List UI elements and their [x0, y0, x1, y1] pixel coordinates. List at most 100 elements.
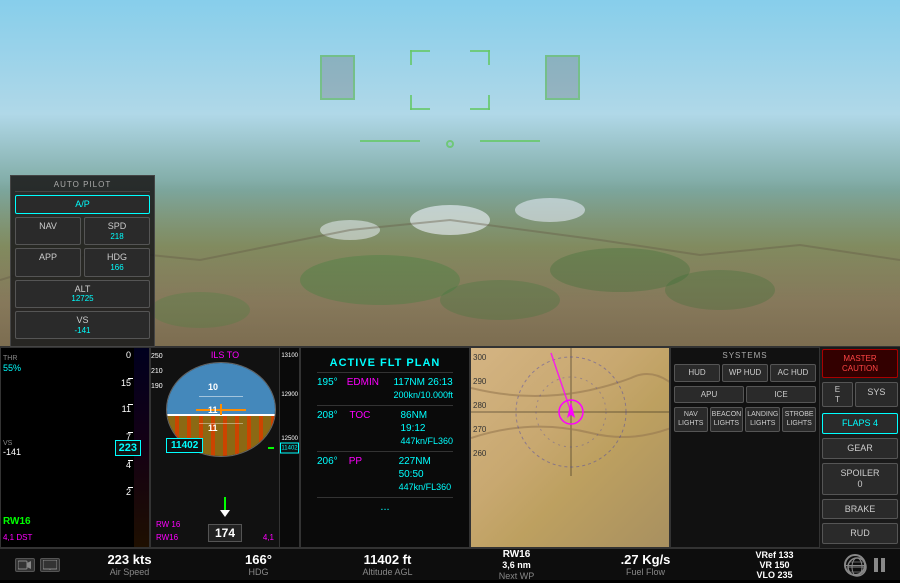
- fp-time-1: 26:13: [428, 377, 453, 388]
- heading-value: 174: [215, 526, 235, 540]
- systems-row-2: APU ICE: [674, 386, 816, 404]
- brake-button[interactable]: BRAKE: [822, 499, 898, 520]
- fp-divider-3: [317, 451, 453, 452]
- fuelflow-value: .27 Kg/s: [581, 552, 710, 567]
- ap-row-1: A/P: [15, 195, 150, 214]
- sys-button[interactable]: SYS: [855, 382, 898, 407]
- status-icons: [10, 558, 65, 572]
- autopilot-title: AUTO PILOT: [15, 180, 150, 192]
- et-button[interactable]: ET: [822, 382, 853, 407]
- vs-button[interactable]: VS-141: [15, 311, 150, 339]
- hdg-status-value: 166°: [194, 552, 323, 567]
- nextwp-label: Next WP: [452, 571, 581, 581]
- ils-rw-label: RW 16: [156, 520, 180, 529]
- map-svg: [471, 348, 669, 476]
- pause-icon[interactable]: [874, 557, 885, 573]
- master-caution-label: MASTERCAUTION: [842, 354, 878, 373]
- alt-12500: 12500: [281, 436, 298, 442]
- sys-label: SYS: [867, 387, 885, 397]
- fp-bearing-1: 195°: [317, 376, 347, 389]
- ice-button[interactable]: ICE: [746, 386, 816, 404]
- speed-current-value: 223: [119, 442, 137, 454]
- map-scale-labels: 300 290 280 270 260: [473, 353, 486, 458]
- airspeed-status: 223 kts Air Speed: [65, 552, 194, 577]
- hdg-status-label: HDG: [194, 567, 323, 577]
- fp-divider-4: [317, 497, 453, 498]
- wp-hud-button[interactable]: WP HUD: [722, 364, 768, 382]
- fp-waypoint-3: PP: [349, 455, 399, 468]
- fp-alt-1: 200kn/10.000ft: [393, 390, 453, 400]
- ap-row-4: ALT12725: [15, 280, 150, 308]
- alt-number-11b: 11: [208, 423, 218, 433]
- attitude-indicator: ILS TO 250 210 190: [150, 347, 300, 548]
- ac-hud-button[interactable]: AC HUD: [770, 364, 816, 382]
- ils-display: ILS TO 250 210 190: [151, 348, 299, 547]
- fp-alt-2: 447kn/FL360: [400, 436, 453, 446]
- fp-dist-2: 86NM: [400, 410, 427, 421]
- master-caution-button[interactable]: MASTERCAUTION: [822, 349, 898, 378]
- thr-value: 55%: [3, 363, 21, 373]
- globe-icon[interactable]: [844, 554, 866, 576]
- spoiler-button[interactable]: SPOILER0: [822, 463, 898, 495]
- systems-row-3: NAVLIGHTS BEACONLIGHTS LANDINGLIGHTS STR…: [674, 407, 816, 432]
- ils-rw2-bottom: RW16: [156, 533, 178, 542]
- map-scale-300: 300: [473, 353, 486, 362]
- flaps-button[interactable]: FLAPS 4: [822, 413, 898, 434]
- app-button[interactable]: APP: [15, 248, 81, 276]
- fp-ellipsis: ...: [317, 501, 453, 513]
- map-container: 300 290 280 270 260: [471, 348, 669, 547]
- et-sys-row: ET SYS: [822, 382, 898, 409]
- video-icon[interactable]: [15, 558, 35, 572]
- fp-time-3: 50:50: [399, 469, 424, 480]
- fuelflow-status: .27 Kg/s Fuel Flow: [581, 552, 710, 577]
- altitude-label: Altitude AGL: [323, 567, 452, 577]
- fp-divider-2: [317, 405, 453, 406]
- pause-bar-1: [874, 558, 878, 572]
- alt-button[interactable]: ALT12725: [15, 280, 150, 308]
- hud-button[interactable]: HUD: [674, 364, 720, 382]
- current-alt-box: 11402: [166, 438, 203, 453]
- flaps-label: FLAPS 4: [842, 418, 878, 428]
- ap-row-5: VS-141: [15, 311, 150, 339]
- fp-row-1: 195° EDMIN 117NM 26:13 200kn/10.000ft: [317, 376, 453, 402]
- spd-button[interactable]: SPD218: [84, 217, 150, 245]
- autopilot-panel: AUTO PILOT A/P NAV SPD218 APP HDG166 ALT…: [10, 175, 155, 347]
- nav-lights-button[interactable]: NAVLIGHTS: [674, 407, 708, 432]
- right-icons: [839, 554, 890, 576]
- speed-dist-label: 4,1 DST: [3, 533, 32, 542]
- hdg-status: 166° HDG: [194, 552, 323, 577]
- altitude-status: 11402 ft Altitude AGL: [323, 552, 452, 577]
- rud-button[interactable]: RUD: [822, 523, 898, 544]
- nextwp-status: RW163,6 nm Next WP: [452, 549, 581, 581]
- instrument-panel: THR 55% VS -141 0 15 11 7 4 2: [0, 346, 900, 506]
- thr-display: THR 55%: [3, 353, 21, 375]
- spd-value: 218: [87, 232, 147, 242]
- landing-lights-button[interactable]: LANDINGLIGHTS: [745, 407, 780, 432]
- status-bar: 223 kts Air Speed 166° HDG 11402 ft Alti…: [0, 548, 900, 580]
- systems-title: SYSTEMS: [674, 351, 816, 360]
- pause-bar-2: [881, 558, 885, 572]
- gear-button[interactable]: GEAR: [822, 438, 898, 459]
- fp-divider: [317, 372, 453, 373]
- fp-waypoint-2: TOC: [349, 409, 400, 422]
- airspeed-value: 223 kts: [65, 552, 194, 567]
- strobe-lights-button[interactable]: STROBELIGHTS: [782, 407, 816, 432]
- alt-number-11: 11: [208, 405, 218, 415]
- ils-rw-bottom: RW 16: [156, 520, 180, 529]
- nav-button[interactable]: NAV: [15, 217, 81, 245]
- altitude-value: 11402 ft: [323, 552, 452, 567]
- hdg-button[interactable]: HDG166: [84, 248, 150, 276]
- ap-button[interactable]: A/P: [15, 195, 150, 214]
- apu-button[interactable]: APU: [674, 386, 744, 404]
- fp-waypoint-1: EDMIN: [347, 376, 394, 389]
- rud-label: RUD: [850, 528, 870, 538]
- glideslope-indicator: [268, 447, 274, 449]
- screen-icon[interactable]: [40, 558, 60, 572]
- fuelflow-label: Fuel Flow: [581, 567, 710, 577]
- beacon-lights-button[interactable]: BEACONLIGHTS: [710, 407, 744, 432]
- ai-left-scale: 250 210 190: [151, 348, 165, 547]
- speed-rw-label: RW16: [3, 516, 31, 527]
- map-scale-270: 270: [473, 425, 486, 434]
- speed-250: 0: [126, 350, 131, 360]
- speed-210: 4: [126, 460, 131, 470]
